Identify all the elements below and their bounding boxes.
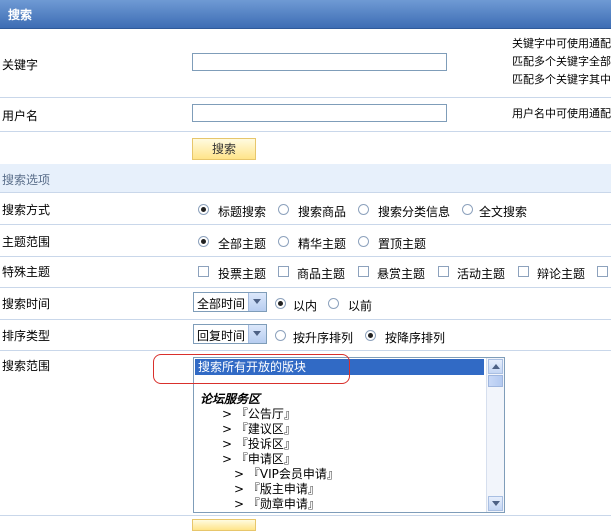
radio-before[interactable]: [328, 298, 339, 309]
option-all-topics: 全部主题: [218, 237, 267, 251]
scroll-up-icon[interactable]: [488, 359, 503, 374]
keyword-input[interactable]: [192, 53, 447, 71]
listbox-scrollbar[interactable]: [486, 358, 504, 512]
username-input[interactable]: [192, 104, 447, 122]
special-topics-label: 特殊主题: [2, 265, 51, 279]
search-time-select-value: 全部时间: [197, 297, 246, 311]
radio-title-search[interactable]: [198, 204, 209, 215]
title-bar: 搜索: [0, 0, 611, 29]
keyword-hint-2: 匹配多个关键字全部: [512, 55, 611, 68]
highlight-annotation: [153, 354, 350, 384]
radio-ascending[interactable]: [275, 330, 286, 341]
page-title: 搜索: [8, 8, 33, 22]
checkbox-goods-topic[interactable]: [278, 266, 289, 277]
option-goods-search: 搜索商品: [298, 205, 347, 219]
sort-type-label: 排序类型: [2, 329, 51, 343]
option-within: 以内: [293, 299, 318, 313]
option-poll-topic: 投票主题: [218, 267, 267, 281]
checkbox-more-topic[interactable]: [597, 266, 608, 277]
search-button[interactable]: 搜索: [192, 138, 256, 160]
search-mode-row: 搜索方式 标题搜索 搜索商品 搜索分类信息 全文搜索: [0, 193, 611, 225]
option-before: 以前: [348, 299, 373, 313]
listbox-item[interactable]: > 『勋章申请』: [234, 495, 320, 512]
radio-fulltext-search[interactable]: [462, 204, 473, 215]
search-mode-label: 搜索方式: [2, 203, 51, 217]
option-activity-topic: 活动主题: [457, 267, 506, 281]
option-ascending: 按升序排列: [293, 331, 354, 345]
sort-type-row: 排序类型 回复时间 按升序排列 按降序排列: [0, 320, 611, 351]
keyword-hint-1: 关键字中可使用通配: [512, 37, 611, 50]
section-header: 搜索选项: [0, 164, 611, 193]
search-button-row: 搜索: [0, 132, 611, 164]
checkbox-reward-topic[interactable]: [358, 266, 369, 277]
radio-descending[interactable]: [365, 330, 376, 341]
search-time-select[interactable]: 全部时间: [193, 292, 267, 312]
sort-type-select-value: 回复时间: [197, 329, 246, 343]
keyword-row: 关键字 关键字中可使用通配 匹配多个关键字全部 匹配多个关键字其中: [0, 29, 611, 98]
checkbox-debate-topic[interactable]: [518, 266, 529, 277]
option-digest-topics: 精华主题: [298, 237, 347, 251]
option-goods-topic: 商品主题: [297, 267, 346, 281]
topic-scope-row: 主题范围 全部主题 精华主题 置顶主题: [0, 225, 611, 257]
radio-goods-search[interactable]: [278, 204, 289, 215]
scroll-down-icon[interactable]: [488, 496, 503, 511]
option-title-search: 标题搜索: [218, 205, 267, 219]
keyword-hint-3: 匹配多个关键字其中: [512, 73, 611, 86]
search-time-label: 搜索时间: [2, 297, 51, 311]
username-row: 用户名 用户名中可使用通配: [0, 98, 611, 132]
checkbox-poll-topic[interactable]: [198, 266, 209, 277]
search-time-row: 搜索时间 全部时间 以内 以前: [0, 288, 611, 320]
option-debate-topic: 辩论主题: [537, 267, 586, 281]
scrollbar-thumb[interactable]: [488, 375, 503, 387]
chevron-down-icon[interactable]: [248, 325, 266, 343]
option-reward-topic: 悬赏主题: [377, 267, 426, 281]
search-range-label: 搜索范围: [2, 359, 51, 373]
topic-scope-label: 主题范围: [2, 235, 51, 249]
special-topics-row: 特殊主题 投票主题 商品主题 悬赏主题 活动主题 辩论主题: [0, 257, 611, 288]
chevron-down-icon[interactable]: [248, 293, 266, 311]
radio-all-topics[interactable]: [198, 236, 209, 247]
option-fulltext-search: 全文搜索: [479, 205, 528, 219]
option-category-search: 搜索分类信息: [378, 205, 451, 219]
radio-digest-topics[interactable]: [278, 236, 289, 247]
section-title: 搜索选项: [2, 173, 51, 187]
bottom-submit-button[interactable]: [192, 519, 256, 531]
checkbox-activity-topic[interactable]: [438, 266, 449, 277]
username-hint: 用户名中可使用通配: [512, 107, 611, 120]
option-sticky-topics: 置顶主题: [378, 237, 427, 251]
sort-type-select[interactable]: 回复时间: [193, 324, 267, 344]
keyword-label: 关键字: [2, 58, 39, 72]
radio-within[interactable]: [275, 298, 286, 309]
option-descending: 按降序排列: [385, 331, 446, 345]
radio-sticky-topics[interactable]: [358, 236, 369, 247]
radio-category-search[interactable]: [358, 204, 369, 215]
username-label: 用户名: [2, 109, 39, 123]
